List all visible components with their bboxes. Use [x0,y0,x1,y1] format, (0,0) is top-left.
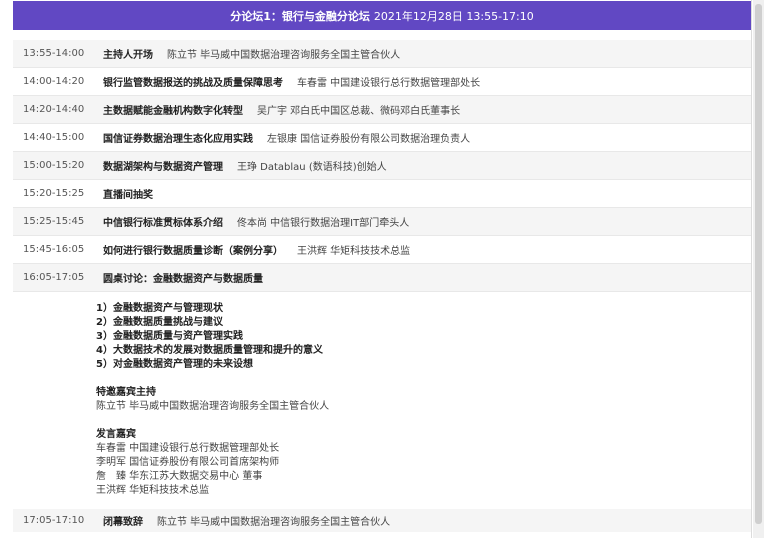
session-topic: 闭幕致辞 [103,517,143,528]
agenda-table: 分论坛1：银行与金融分论坛 2021年12月28日 13:55-17:10 13… [0,0,752,538]
host-name: 陈立节 毕马威中国数据治理咨询服务全国主管合伙人 [96,401,330,412]
session-topic: 国信证券数据治理生态化应用实践 [103,134,253,145]
guest-name: 王洪辉 华矩科技技术总监 [96,485,210,496]
host-heading: 特邀嘉宾主持 [96,387,156,398]
session-topic: 如何进行银行数据质量诊断（案例分享） [103,246,283,257]
guest-name: 车春雷 中国建设银行总行数据管理部处长 [96,443,280,454]
session-time: 14:00-14:20 [23,76,85,87]
session-time: 16:05-17:05 [23,272,85,283]
session-topic: 数据湖架构与数据资产管理 [103,162,223,173]
schedule-row: 15:00-15:20 数据湖架构与数据资产管理 王琤 Datablau (数语… [13,152,751,180]
scrollbar-thumb[interactable] [755,4,762,524]
discussion-point: 3）金融数据质量与资产管理实践 [96,331,243,342]
schedule-row: 15:20-15:25 直播间抽奖 [13,180,751,208]
schedule-row: 13:55-14:00 主持人开场 陈立节 毕马威中国数据治理咨询服务全国主管合… [13,40,751,68]
session-time: 14:20-14:40 [23,104,85,115]
schedule-row: 15:25-15:45 中信银行标准贯标体系介绍 佟本尚 中信银行数据治理IT部… [13,208,751,236]
session-topic: 直播间抽奖 [103,190,153,201]
schedule-row: 16:05-17:05 圆桌讨论：金融数据资产与数据质量 [13,264,751,292]
guests-heading: 发言嘉宾 [96,429,136,440]
session-time: 13:55-14:00 [23,48,85,59]
vertical-scrollbar[interactable] [753,0,764,538]
session-speaker: 佟本尚 中信银行数据治理IT部门牵头人 [237,218,410,229]
forum-datetime: 2021年12月28日 13:55-17:10 [373,9,534,23]
session-speaker: 吴广宇 邓白氏中国区总裁、微码邓白氏董事长 [257,106,461,117]
schedule-list: 13:55-14:00 主持人开场 陈立节 毕马威中国数据治理咨询服务全国主管合… [13,40,751,292]
session-speaker: 陈立节 毕马威中国数据治理咨询服务全国主管合伙人 [167,50,401,61]
session-speaker: 王洪辉 华矩科技技术总监 [297,246,411,257]
session-speaker: 王琤 Datablau (数语科技)创始人 [237,162,387,173]
schedule-row: 14:00-14:20 银行监管数据报送的挑战及质量保障思考 车春雷 中国建设银… [13,68,751,96]
discussion-point: 4）大数据技术的发展对数据质量管理和提升的意义 [96,345,323,356]
session-topic: 主数据赋能金融机构数字化转型 [103,106,243,117]
session-time: 17:05-17:10 [23,515,85,526]
guest-name: 李明军 国信证券股份有限公司首席架构师 [96,457,280,468]
session-topic: 主持人开场 [103,50,153,61]
closing-row: 17:05-17:10 闭幕致辞 陈立节 毕马威中国数据治理咨询服务全国主管合伙… [13,509,751,532]
session-topic: 圆桌讨论：金融数据资产与数据质量 [103,274,263,285]
roundtable-content: 1）金融数据资产与管理现状 2）金融数据质量挑战与建议 3）金融数据质量与资产管… [96,302,329,498]
session-time: 14:40-15:00 [23,132,85,143]
session-speaker: 陈立节 毕马威中国数据治理咨询服务全国主管合伙人 [157,517,391,528]
session-topic: 银行监管数据报送的挑战及质量保障思考 [103,78,283,89]
session-topic: 中信银行标准贯标体系介绍 [103,218,223,229]
guest-name: 詹 臻 华东江苏大数据交易中心 董事 [96,471,263,482]
discussion-point: 5）对金融数据资产管理的未来设想 [96,359,253,370]
agenda-header: 分论坛1：银行与金融分论坛 2021年12月28日 13:55-17:10 [13,1,751,30]
roundtable-details: 1）金融数据资产与管理现状 2）金融数据质量挑战与建议 3）金融数据质量与资产管… [13,295,751,510]
session-time: 15:25-15:45 [23,216,85,227]
forum-title: 分论坛1：银行与金融分论坛 [230,9,370,23]
schedule-row: 15:45-16:05 如何进行银行数据质量诊断（案例分享） 王洪辉 华矩科技技… [13,236,751,264]
discussion-point: 2）金融数据质量挑战与建议 [96,317,223,328]
schedule-row: 14:20-14:40 主数据赋能金融机构数字化转型 吴广宇 邓白氏中国区总裁、… [13,96,751,124]
discussion-points: 1）金融数据资产与管理现状 2）金融数据质量挑战与建议 3）金融数据质量与资产管… [96,302,329,372]
discussion-point: 1）金融数据资产与管理现状 [96,303,223,314]
schedule-row: 14:40-15:00 国信证券数据治理生态化应用实践 左银康 国信证券股份有限… [13,124,751,152]
session-time: 15:00-15:20 [23,160,85,171]
session-time: 15:45-16:05 [23,244,85,255]
session-speaker: 车春雷 中国建设银行总行数据管理部处长 [297,78,481,89]
session-time: 15:20-15:25 [23,188,85,199]
session-speaker: 左银康 国信证券股份有限公司数据治理负责人 [267,134,471,145]
